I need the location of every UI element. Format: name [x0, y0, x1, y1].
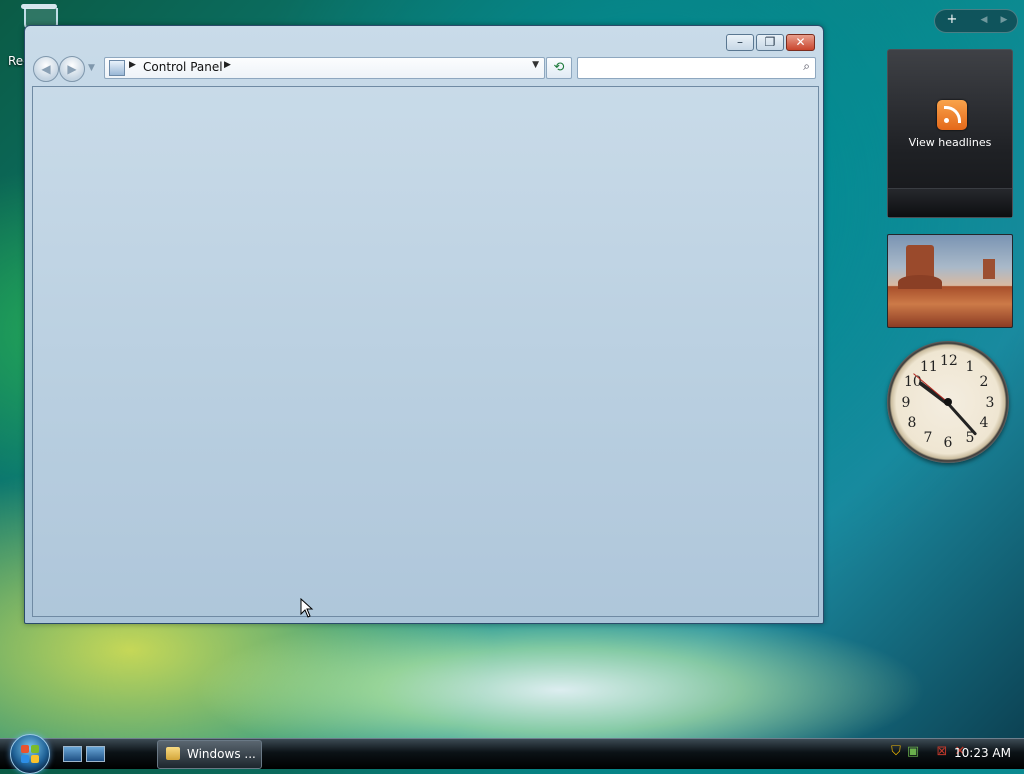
refresh-button[interactable]: ⟲ — [546, 57, 572, 79]
address-dropdown-icon[interactable]: ▼ — [532, 60, 539, 70]
show-desktop-icon[interactable] — [63, 746, 82, 762]
folder-icon — [166, 747, 180, 760]
mouse-cursor-icon — [300, 598, 314, 618]
recent-pages-dropdown[interactable]: ▼ — [88, 63, 95, 73]
clock-number: 1 — [965, 359, 975, 375]
back-arrow-icon: ◀ — [41, 62, 51, 76]
clock-gadget[interactable]: 12 1 2 3 4 5 6 7 8 9 10 11 — [887, 341, 1009, 463]
clock-number: 7 — [923, 430, 933, 446]
search-icon[interactable]: ⌕ — [803, 59, 810, 74]
back-button[interactable]: ◀ — [33, 56, 59, 82]
mesa-image-shape — [983, 259, 995, 279]
explorer-window: – ❐ ✕ ◀ ▶ ▼ ▶ Control Panel ▶ ▼ ⟲ ⌕ — [24, 25, 824, 624]
breadcrumb-control-panel[interactable]: Control Panel — [143, 60, 223, 74]
maximize-button[interactable]: ❐ — [756, 34, 784, 51]
window-controls: – ❐ ✕ — [726, 34, 815, 51]
refresh-icon: ⟲ — [553, 60, 565, 75]
clock-number: 12 — [940, 353, 958, 369]
clock-center-pin — [944, 398, 952, 406]
taskbar-button-label: Windows ... — [187, 747, 256, 761]
gadget-footer — [888, 188, 1012, 217]
clock-number: 9 — [901, 395, 911, 411]
forward-button[interactable]: ▶ — [59, 56, 85, 82]
view-headlines-label[interactable]: View headlines — [888, 136, 1012, 149]
content-pane[interactable] — [32, 86, 819, 617]
system-tray: ⛉ ▣ ⊠ ✕ 10:23 AM — [868, 739, 1024, 768]
forward-arrow-icon: ▶ — [67, 62, 77, 76]
search-box[interactable]: ⌕ — [577, 57, 816, 79]
network-disconnected-icon[interactable]: ⊠ — [934, 744, 950, 760]
breadcrumb-separator-icon[interactable]: ▶ — [129, 60, 136, 70]
switch-windows-icon[interactable] — [86, 746, 105, 762]
next-gadgets-icon[interactable]: ▶ — [995, 12, 1013, 28]
add-gadget-icon[interactable]: + — [941, 12, 963, 28]
clock-number: 2 — [979, 374, 989, 390]
clock-number: 8 — [907, 415, 917, 431]
mesa-image-shape — [898, 245, 942, 289]
taskbar-clock[interactable]: 10:23 AM — [954, 746, 1011, 760]
start-button[interactable] — [10, 734, 50, 774]
search-input[interactable] — [582, 59, 791, 77]
breadcrumb-separator-icon[interactable]: ▶ — [224, 60, 231, 70]
close-icon: ✕ — [795, 35, 806, 49]
maximize-icon: ❐ — [764, 35, 776, 49]
clock-number: 4 — [979, 415, 989, 431]
sidebar-toolbar: + ◀ ▶ — [934, 9, 1018, 33]
clock-number: 11 — [920, 359, 938, 375]
minimize-button[interactable]: – — [726, 34, 754, 51]
previous-gadgets-icon[interactable]: ◀ — [975, 12, 993, 28]
close-button[interactable]: ✕ — [786, 34, 815, 51]
clock-number: 3 — [985, 395, 995, 411]
slideshow-gadget[interactable] — [887, 234, 1013, 328]
clock-number: 6 — [943, 435, 953, 451]
security-shield-icon[interactable]: ⛉ — [888, 744, 904, 760]
control-panel-icon — [109, 60, 125, 76]
taskbar-explorer-button[interactable]: Windows ... — [157, 740, 262, 769]
windows-logo-icon — [21, 745, 39, 763]
rss-feed-icon — [937, 100, 967, 130]
network-icon[interactable]: ▣ — [905, 744, 921, 760]
address-bar[interactable]: ▶ Control Panel ▶ ▼ — [104, 57, 545, 79]
feed-headlines-gadget[interactable]: View headlines — [887, 49, 1013, 218]
navigation-buttons: ◀ ▶ ▼ — [33, 56, 96, 82]
minimize-icon: – — [737, 35, 743, 49]
